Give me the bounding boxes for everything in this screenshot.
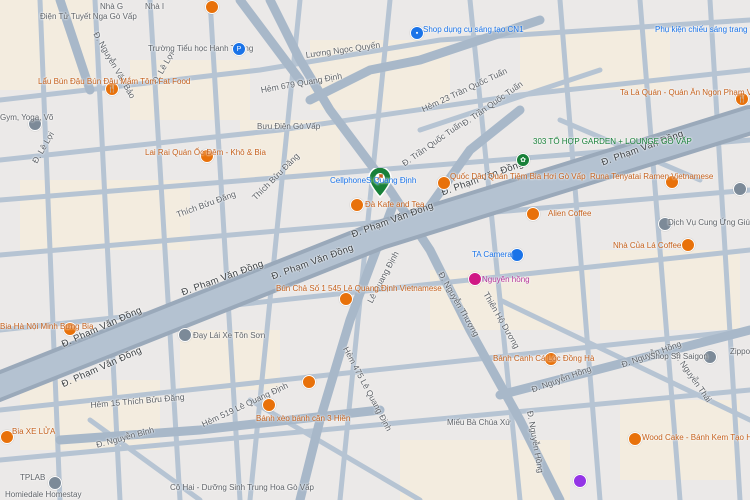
place-label[interactable]: Zippo: [730, 347, 750, 356]
place-label[interactable]: Shop Sh Saigon: [650, 352, 708, 361]
place-label[interactable]: Alien Coffee: [548, 209, 591, 218]
map-roads-layer: [0, 0, 750, 500]
place-label[interactable]: Bưu Điện Gò Vấp: [257, 122, 320, 131]
cafe-pin[interactable]: [526, 207, 540, 221]
place-label[interactable]: Quốc Dân Quán Tiệm Bia Hơi Gò Vấp: [450, 172, 586, 181]
store-icon[interactable]: [510, 248, 524, 262]
map-canvas[interactable]: Đ. Phạm Văn Đồng Đ. Phạm Văn Đồng Đ. Phạ…: [0, 0, 750, 500]
driving-school-icon[interactable]: [178, 328, 192, 342]
place-label[interactable]: Lẩu Bún Đậu Bún Đậu Mắm Tôm Fat Food: [38, 77, 190, 86]
parking-icon[interactable]: P: [232, 42, 246, 56]
place-label: Nhà G: [100, 2, 124, 11]
food-pin[interactable]: [262, 398, 276, 412]
place-label[interactable]: Homiedale Homestay: [5, 490, 81, 499]
cafe-pin[interactable]: [350, 198, 364, 212]
garden-icon[interactable]: ✿: [516, 153, 530, 167]
place-label[interactable]: Lai Rai Quán Ốc Đêm - Khô & Bia: [145, 148, 266, 157]
place-label[interactable]: TPLAB: [20, 473, 45, 482]
place-label[interactable]: CellphoneS Quang Định: [330, 176, 416, 185]
place-label[interactable]: Wood Cake - Bánh Kem Tạo Hình: [642, 433, 750, 442]
place-label[interactable]: Đạy Lái Xe Tôn Sơn: [193, 331, 265, 340]
place-label[interactable]: Bia Hà Nội Minh Bưng Bia: [0, 322, 93, 331]
place-label[interactable]: Miếu Bà Chúa Xứ: [447, 418, 511, 427]
spa-icon[interactable]: [573, 474, 587, 488]
place-label[interactable]: Dịch Vụ Cung Ứng Giúp Việc Minh An HR: [668, 218, 750, 227]
food-pin[interactable]: [302, 375, 316, 389]
place-label[interactable]: TA Camera: [472, 250, 512, 259]
place-label[interactable]: Runa Tenyatai Ramen Vietnamese: [590, 172, 713, 181]
place-label: Nhà I: [145, 2, 165, 11]
place-label[interactable]: Nguyên hồng: [482, 275, 530, 284]
place-label[interactable]: Bia XE LỬA: [12, 427, 55, 436]
place-label[interactable]: Đà Kafe and Tea: [365, 200, 424, 209]
place-label[interactable]: Cô Hai - Dưỡng Sinh Trung Hoa Gò Vấp: [170, 483, 314, 492]
cafe-pin[interactable]: [681, 238, 695, 252]
place-label[interactable]: Điện Tử Tuyết Nga Gò Vấp: [40, 12, 137, 21]
place-label[interactable]: Bún Chả Số 1 545 Lê Quang Định Vietnames…: [276, 284, 442, 293]
food-pin[interactable]: [205, 0, 219, 14]
place-label[interactable]: 303 TỔ HỢP GARDEN + LOUNGE GÒ VẤP: [533, 137, 692, 146]
cafe-pin[interactable]: [628, 432, 642, 446]
shop-icon[interactable]: ▪: [410, 26, 424, 40]
food-pin[interactable]: [339, 292, 353, 306]
place-label[interactable]: Ta Là Quán - Quán Ăn Ngon Phạm Văn Đồng: [620, 88, 750, 97]
place-label[interactable]: Bánh Canh Cá Lóc Đồng Hà: [493, 354, 594, 363]
place-label[interactable]: Shop dụng cụ sáng tạo CN1: [423, 25, 524, 34]
store-icon[interactable]: [48, 476, 62, 490]
shopping-icon[interactable]: [468, 272, 482, 286]
place-label[interactable]: Bánh xèo bánh căn 3 Hiền: [256, 414, 350, 423]
place-label[interactable]: Nhà Của Lá Coffee: [613, 241, 681, 250]
bar-pin[interactable]: [437, 176, 451, 190]
place-label[interactable]: Gym, Yoga, Võ: [0, 113, 53, 122]
place-label[interactable]: Phụ kiện chiếu sáng trang trí sinh HN: [655, 25, 750, 34]
store-icon[interactable]: [733, 182, 747, 196]
